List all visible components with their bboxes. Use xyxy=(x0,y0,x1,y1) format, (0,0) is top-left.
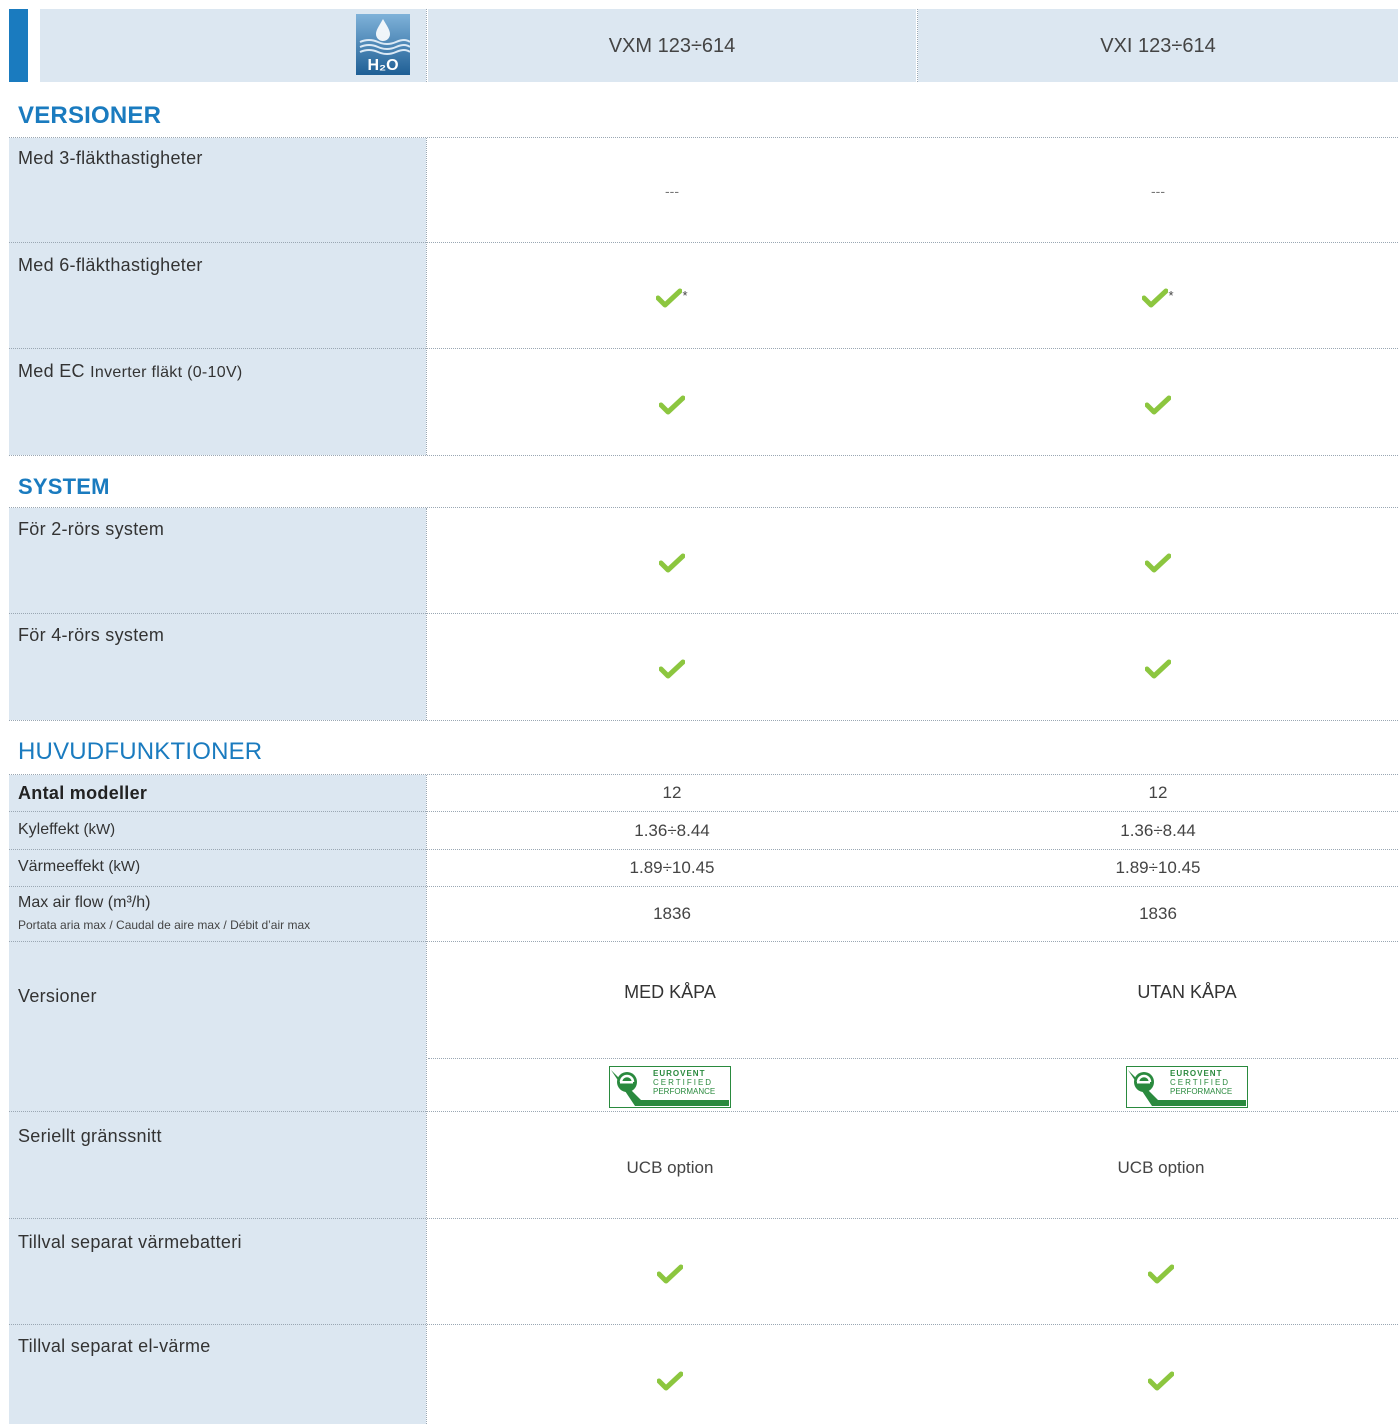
cell-value: 1.36÷8.44 xyxy=(1120,821,1196,840)
versioner-label-column xyxy=(9,138,426,455)
cell-value: 1.89÷10.45 xyxy=(1115,858,1201,877)
row-divider xyxy=(9,1324,1398,1325)
cell-value: --- xyxy=(1151,183,1165,199)
row-divider xyxy=(9,849,1398,850)
cell-value: 1836 xyxy=(1139,904,1177,923)
check-cell xyxy=(918,553,1398,578)
eurovent-text: CERTIFIED xyxy=(1170,1078,1231,1087)
check-cell: * xyxy=(427,288,917,313)
eurovent-text: CERTIFIED xyxy=(653,1078,714,1087)
asterisk-mark: * xyxy=(1168,288,1174,303)
row-label: Max air flow (m³/h) xyxy=(18,894,151,911)
check-icon xyxy=(1147,1264,1175,1284)
row-label: Kyleffekt (kW) xyxy=(18,821,115,839)
check-cell: * xyxy=(918,288,1398,313)
check-cell xyxy=(427,1371,913,1396)
eurovent-text: PERFORMANCE xyxy=(1170,1087,1233,1096)
section-title-versioner: VERSIONER xyxy=(18,102,162,129)
row-divider xyxy=(9,137,1398,138)
check-cell xyxy=(918,1371,1398,1396)
row-label: För 4-rörs system xyxy=(18,625,165,645)
eurovent-badge: EUROVENT CERTIFIED PERFORMANCE xyxy=(427,1066,913,1113)
row-label-part: Kyleffekt xyxy=(18,821,84,838)
header-accent-bar xyxy=(9,9,28,82)
check-cell xyxy=(918,1264,1398,1289)
row-label: Antal modeller xyxy=(18,783,148,803)
row-divider xyxy=(9,941,1398,942)
check-icon xyxy=(656,1264,684,1284)
row-label: Tillval separat värmebatteri xyxy=(18,1232,242,1252)
check-icon xyxy=(1141,288,1169,308)
cell-value: UCB option xyxy=(626,1158,714,1177)
section-title-system: SYSTEM xyxy=(18,474,110,499)
row-label: Versioner xyxy=(18,986,97,1006)
header-col2-title: VXI 123÷614 xyxy=(1100,35,1216,57)
check-cell xyxy=(427,659,917,684)
row-label: Med 6-fläkthastigheter xyxy=(18,255,203,275)
row-label-part: (kW) xyxy=(108,858,141,875)
row-divider xyxy=(9,613,1398,614)
check-cell xyxy=(427,1264,913,1289)
check-icon xyxy=(1144,553,1172,573)
cell-value: MED KÅPA xyxy=(624,982,716,1002)
cell-value: 12 xyxy=(662,783,682,802)
row-divider xyxy=(9,455,1398,456)
eurovent-text: EUROVENT xyxy=(1170,1069,1223,1078)
column-divider xyxy=(426,508,427,720)
row-divider xyxy=(9,507,1398,508)
row-label-part: Inverter fläkt (0-10V) xyxy=(90,364,243,381)
cell-value: 1836 xyxy=(653,904,691,923)
row-label: Värmeeffekt (kW) xyxy=(18,858,140,876)
row-sublabel: Portata aria max / Caudal de aire max / … xyxy=(18,918,311,932)
cell-value: 1.36÷8.44 xyxy=(634,821,710,840)
cell-value: --- xyxy=(665,183,679,199)
cell-value: 12 xyxy=(1148,783,1168,802)
eurovent-certified-icon: EUROVENT CERTIFIED PERFORMANCE xyxy=(1126,1066,1248,1108)
row-divider xyxy=(9,720,1398,721)
row-label: För 2-rörs system xyxy=(18,519,165,539)
svg-text:H₂O: H₂O xyxy=(367,57,398,74)
row-divider xyxy=(9,1218,1398,1219)
header-col1-title: VXM 123÷614 xyxy=(608,35,736,57)
check-icon xyxy=(655,288,683,308)
eurovent-text: EUROVENT xyxy=(653,1069,706,1078)
check-icon xyxy=(658,395,686,415)
check-cell xyxy=(427,395,917,420)
cell-value: UTAN KÅPA xyxy=(1137,982,1237,1002)
row-divider xyxy=(9,348,1398,349)
check-icon xyxy=(656,1371,684,1391)
row-divider xyxy=(428,1058,1398,1059)
check-icon xyxy=(658,659,686,679)
row-label: Med 3-fläkthastigheter xyxy=(18,148,203,168)
check-cell xyxy=(427,553,917,578)
check-icon xyxy=(1144,395,1172,415)
cell-value: UCB option xyxy=(1117,1158,1205,1177)
eurovent-certified-icon: EUROVENT CERTIFIED PERFORMANCE xyxy=(609,1066,731,1108)
row-divider xyxy=(9,886,1398,887)
eurovent-badge: EUROVENT CERTIFIED PERFORMANCE xyxy=(944,1066,1398,1113)
row-label-part: Värmeeffekt xyxy=(18,858,109,875)
row-label: Seriellt gränssnitt xyxy=(18,1126,162,1146)
check-icon xyxy=(1144,659,1172,679)
row-label: Tillval separat el-värme xyxy=(18,1336,211,1356)
section-title-huvudfunktioner: HUVUDFUNKTIONER xyxy=(18,738,263,765)
row-divider xyxy=(9,811,1398,812)
cell-value: 1.89÷10.45 xyxy=(629,858,715,877)
asterisk-mark: * xyxy=(682,288,688,303)
row-divider xyxy=(9,242,1398,243)
eurovent-text: PERFORMANCE xyxy=(653,1087,716,1096)
row-divider xyxy=(9,774,1398,775)
check-icon xyxy=(1147,1371,1175,1391)
check-cell xyxy=(918,659,1398,684)
h2o-water-icon: H₂O xyxy=(356,14,411,75)
row-label-part: (kW) xyxy=(83,821,116,838)
check-icon xyxy=(658,553,686,573)
row-label: Med EC Inverter fläkt (0-10V) xyxy=(18,361,243,382)
check-cell xyxy=(918,395,1398,420)
row-label-part: Med EC xyxy=(18,361,91,381)
